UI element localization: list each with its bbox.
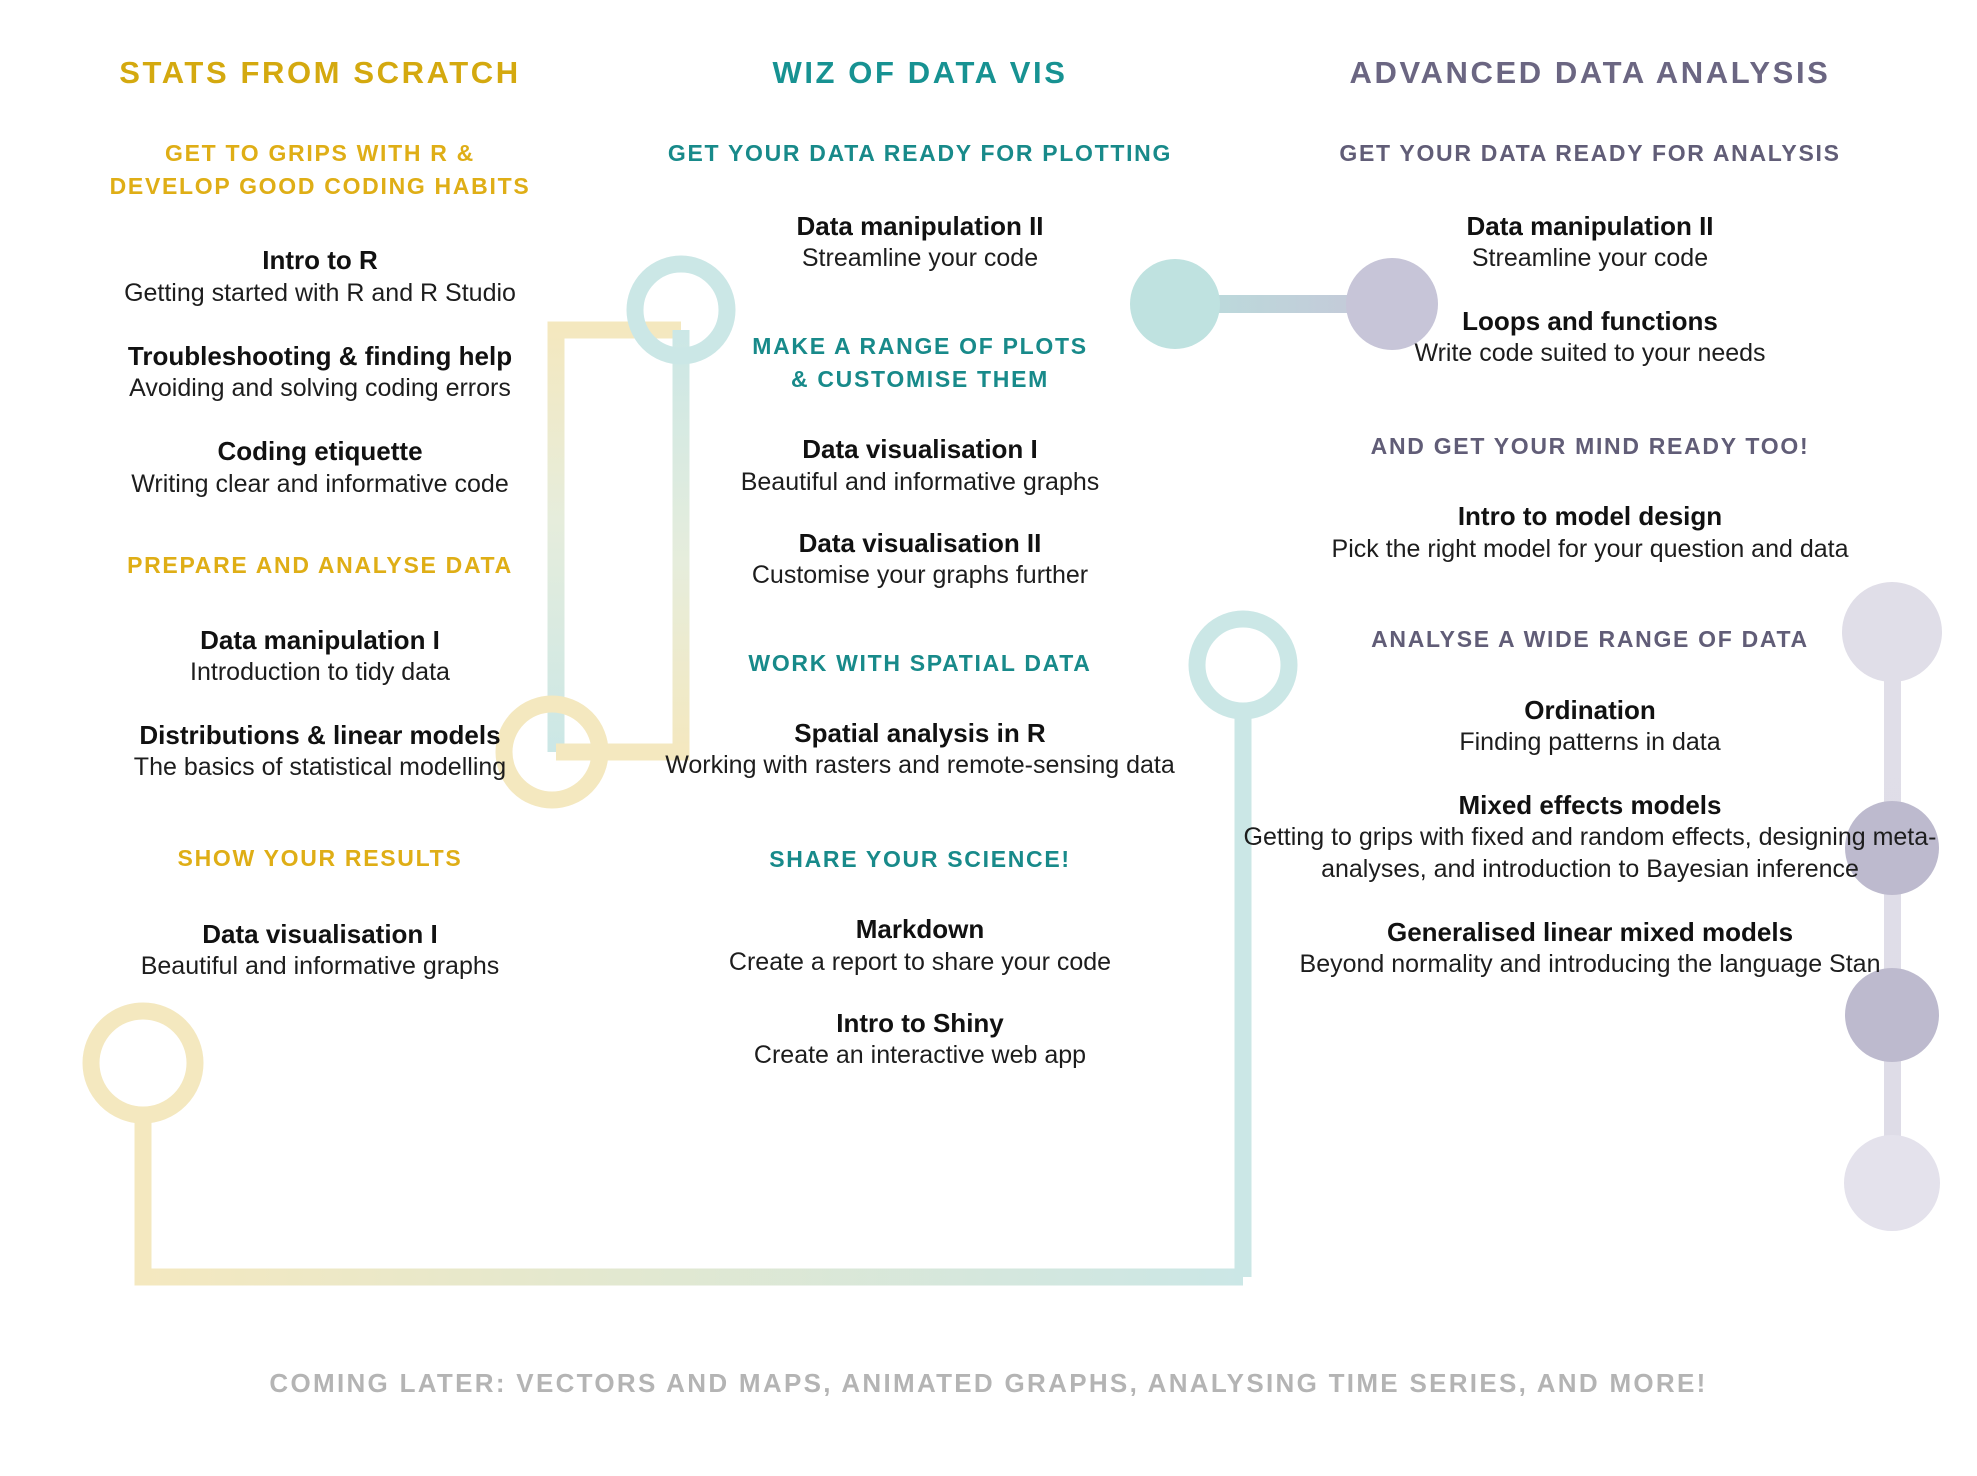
column-title-wiz-of-data-vis: WIZ OF DATA VIS — [772, 55, 1068, 90]
section-heading: GET TO GRIPS WITH R & DEVELOP GOOD CODIN… — [40, 137, 600, 202]
section-heading: SHOW YOUR RESULTS — [177, 844, 463, 871]
section-heading: WORK WITH SPATIAL DATA — [748, 649, 1092, 676]
course-title: Markdown — [855, 914, 985, 945]
course-title: Data manipulation II — [796, 210, 1044, 241]
ring-stats-data-visualisation — [82, 1002, 204, 1124]
course-item[interactable]: Intro to R Getting started with R and R … — [40, 244, 600, 309]
course-item[interactable]: Ordination Finding patterns in data — [1240, 694, 1940, 759]
course-subtitle: Streamline your code — [1471, 243, 1709, 272]
course-subtitle: Beautiful and informative graphs — [140, 952, 500, 981]
course-title: Data manipulation II — [1466, 210, 1714, 241]
course-item[interactable]: Mixed effects models Getting to grips wi… — [1240, 789, 1940, 885]
column-title-advanced-data-analysis: ADVANCED DATA ANALYSIS — [1349, 55, 1831, 90]
course-item[interactable]: Data manipulation I Introduction to tidy… — [40, 624, 600, 689]
course-item[interactable]: Loops and functions Write code suited to… — [1240, 305, 1940, 370]
course-title: Data visualisation I — [802, 434, 1038, 465]
course-item[interactable]: Data manipulation II Streamline your cod… — [1240, 210, 1940, 275]
section-heading: GET YOUR DATA READY FOR PLOTTING — [667, 140, 1173, 166]
course-item[interactable]: Data visualisation I Beautiful and infor… — [40, 918, 600, 983]
course-subtitle: Write code suited to your needs — [1414, 339, 1766, 368]
course-subtitle: Introduction to tidy data — [190, 657, 450, 686]
section-heading: SHARE YOUR SCIENCE! — [769, 845, 1071, 872]
section-heading-line: MAKE A RANGE OF PLOTS — [752, 333, 1088, 360]
infographic-canvas: STATS FROM SCRATCH GET TO GRIPS WITH R &… — [0, 0, 1977, 1476]
course-subtitle: Getting to grips with fixed and random e… — [1243, 823, 1937, 883]
course-title: Data visualisation I — [202, 919, 438, 950]
course-item[interactable]: Generalised linear mixed models Beyond n… — [1240, 916, 1940, 981]
column-stats-from-scratch: STATS FROM SCRATCH GET TO GRIPS WITH R &… — [40, 0, 600, 983]
section-get-your-data-ready-for-analysis: GET YOUR DATA READY FOR ANALYSIS Data ma… — [1240, 137, 1940, 370]
course-title: Distributions & linear models — [139, 720, 501, 751]
section-and-get-your-mind-ready-too: AND GET YOUR MIND READY TOO! Intro to mo… — [1240, 430, 1940, 565]
course-subtitle: Beyond normality and introducing the lan… — [1299, 950, 1881, 979]
course-title: Mixed effects models — [1458, 790, 1722, 821]
course-subtitle: Getting started with R and R Studio — [124, 278, 516, 307]
course-subtitle: Writing clear and informative code — [131, 469, 509, 498]
dot-mixed-effects-models — [1845, 968, 1939, 1062]
section-heading: GET YOUR DATA READY FOR ANALYSIS — [1339, 140, 1841, 166]
course-title: Troubleshooting & finding help — [127, 340, 513, 371]
section-heading: AND GET YOUR MIND READY TOO! — [1370, 432, 1810, 459]
course-subtitle: Working with rasters and remote-sensing … — [665, 751, 1175, 780]
course-subtitle: Create a report to share your code — [728, 947, 1112, 976]
course-title: Ordination — [1524, 694, 1656, 725]
course-item[interactable]: Spatial analysis in R Working with raste… — [620, 717, 1220, 782]
course-subtitle: Customise your graphs further — [751, 561, 1089, 590]
section-get-to-grips-with-r: GET TO GRIPS WITH R & DEVELOP GOOD CODIN… — [40, 137, 600, 500]
course-title: Intro to R — [262, 245, 378, 276]
section-prepare-and-analyse-data: PREPARE AND ANALYSE DATA Data manipulati… — [40, 549, 600, 784]
course-title: Intro to model design — [1457, 501, 1723, 532]
section-heading-line: GET TO GRIPS WITH R & — [164, 140, 475, 166]
course-subtitle: Pick the right model for your question a… — [1331, 534, 1849, 563]
section-show-your-results: SHOW YOUR RESULTS Data visualisation I B… — [40, 842, 600, 983]
section-heading-line: & CUSTOMISE THEM — [790, 365, 1050, 392]
course-title: Generalised linear mixed models — [1386, 916, 1794, 947]
section-heading: MAKE A RANGE OF PLOTS & CUSTOMISE THEM — [620, 330, 1220, 395]
course-title: Data manipulation I — [200, 624, 440, 655]
column-title-stats-from-scratch: STATS FROM SCRATCH — [119, 55, 521, 90]
section-heading-line: DEVELOP GOOD CODING HABITS — [109, 172, 531, 199]
course-item[interactable]: Intro to Shiny Create an interactive web… — [620, 1007, 1220, 1072]
course-item[interactable]: Data visualisation II Customise your gra… — [620, 527, 1220, 592]
course-title: Intro to Shiny — [836, 1007, 1004, 1038]
course-subtitle: Avoiding and solving coding errors — [129, 374, 511, 403]
section-analyse-a-wide-range-of-data: ANALYSE A WIDE RANGE OF DATA Ordination … — [1240, 623, 1940, 980]
course-title: Data visualisation II — [798, 528, 1042, 558]
column-wiz-of-data-vis: WIZ OF DATA VIS GET YOUR DATA READY FOR … — [620, 0, 1220, 1071]
course-subtitle: Create an interactive web app — [753, 1041, 1087, 1070]
course-title: Spatial analysis in R — [794, 718, 1046, 749]
course-title: Coding etiquette — [217, 436, 423, 467]
section-get-your-data-ready-for-plotting: GET YOUR DATA READY FOR PLOTTING Data ma… — [620, 137, 1220, 274]
section-work-with-spatial-data: WORK WITH SPATIAL DATA Spatial analysis … — [620, 647, 1220, 782]
course-item[interactable]: Intro to model design Pick the right mod… — [1240, 500, 1940, 565]
course-item[interactable]: Data visualisation I Beautiful and infor… — [620, 433, 1220, 498]
course-subtitle: Beautiful and informative graphs — [740, 467, 1100, 496]
course-item[interactable]: Data manipulation II Streamline your cod… — [620, 210, 1220, 275]
column-advanced-data-analysis: ADVANCED DATA ANALYSIS GET YOUR DATA REA… — [1240, 0, 1940, 980]
course-item[interactable]: Troubleshooting & finding help Avoiding … — [40, 340, 600, 405]
course-title: Loops and functions — [1462, 306, 1718, 337]
course-item[interactable]: Distributions & linear models The basics… — [40, 719, 600, 784]
section-heading: ANALYSE A WIDE RANGE OF DATA — [1371, 625, 1809, 652]
section-heading: PREPARE AND ANALYSE DATA — [127, 551, 513, 578]
course-subtitle: The basics of statistical modelling — [133, 753, 507, 782]
section-share-your-science: SHARE YOUR SCIENCE! Markdown Create a re… — [620, 843, 1220, 1072]
course-subtitle: Streamline your code — [801, 243, 1039, 272]
course-subtitle: Finding patterns in data — [1459, 727, 1721, 756]
course-item[interactable]: Coding etiquette Writing clear and infor… — [40, 435, 600, 500]
dot-generalised-linear-mixed-models — [1844, 1135, 1940, 1231]
course-item[interactable]: Markdown Create a report to share your c… — [620, 913, 1220, 978]
footer-coming-later: COMING LATER: VECTORS AND MAPS, ANIMATED… — [269, 1368, 1708, 1398]
section-make-a-range-of-plots: MAKE A RANGE OF PLOTS & CUSTOMISE THEM D… — [620, 330, 1220, 591]
